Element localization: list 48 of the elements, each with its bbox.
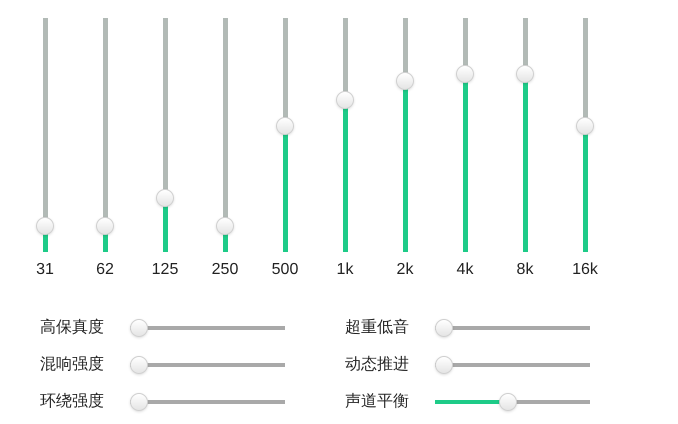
- vertical-slider[interactable]: [96, 18, 114, 252]
- slider-thumb[interactable]: [498, 392, 517, 410]
- frequency-label: 250: [212, 260, 238, 280]
- effect-label: 声道平衡: [345, 392, 410, 412]
- vertical-slider[interactable]: [216, 18, 234, 252]
- frequency-label: 1k: [336, 260, 354, 280]
- slider-thumb[interactable]: [216, 217, 234, 236]
- effect-label: 混响强度: [40, 354, 105, 374]
- frequency-label: 125: [152, 260, 178, 280]
- vertical-slider[interactable]: [396, 18, 414, 252]
- vertical-slider[interactable]: [276, 18, 294, 252]
- vertical-slider[interactable]: [36, 18, 54, 252]
- vertical-slider[interactable]: [156, 18, 174, 252]
- slider-thumb[interactable]: [130, 392, 148, 410]
- effect-label: 高保真度: [40, 318, 105, 338]
- frequency-label: 31: [36, 260, 54, 280]
- horizontal-slider[interactable]: [435, 318, 590, 336]
- frequency-label: 2k: [396, 260, 414, 280]
- horizontal-slider[interactable]: [435, 392, 590, 410]
- slider-thumb[interactable]: [276, 116, 294, 135]
- frequency-label: 8k: [516, 260, 534, 280]
- slider-thumb[interactable]: [336, 90, 354, 109]
- vertical-slider[interactable]: [576, 18, 594, 252]
- effect-label: 动态推进: [345, 354, 410, 374]
- slider-thumb[interactable]: [96, 217, 114, 236]
- slider-thumb[interactable]: [130, 356, 148, 374]
- frequency-label: 4k: [456, 260, 474, 280]
- horizontal-slider[interactable]: [435, 356, 590, 374]
- horizontal-slider[interactable]: [130, 392, 285, 410]
- frequency-label: 500: [272, 260, 298, 280]
- slider-thumb[interactable]: [576, 116, 594, 135]
- effect-label: 环绕强度: [40, 392, 105, 412]
- effect-label: 超重低音: [345, 318, 410, 338]
- slider-thumb[interactable]: [435, 356, 453, 374]
- frequency-label: 62: [96, 260, 114, 280]
- vertical-slider[interactable]: [336, 18, 354, 252]
- slider-thumb[interactable]: [36, 217, 54, 236]
- slider-thumb[interactable]: [156, 189, 174, 208]
- horizontal-slider[interactable]: [130, 356, 285, 374]
- slider-thumb[interactable]: [456, 65, 474, 84]
- slider-thumb[interactable]: [435, 318, 453, 336]
- slider-thumb[interactable]: [396, 72, 414, 90]
- slider-thumb[interactable]: [130, 318, 148, 336]
- slider-thumb[interactable]: [516, 65, 534, 84]
- vertical-slider[interactable]: [456, 18, 474, 252]
- vertical-slider[interactable]: [516, 18, 534, 252]
- frequency-label: 16k: [572, 260, 598, 280]
- horizontal-slider[interactable]: [130, 318, 285, 336]
